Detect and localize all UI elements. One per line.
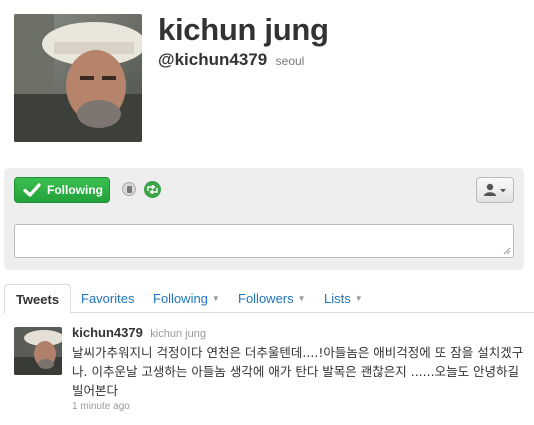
tab-following-label: Following	[153, 291, 208, 306]
caret-down-icon: ▼	[297, 294, 306, 303]
user-icon	[484, 183, 506, 196]
tab-favorites[interactable]: Favorites	[81, 284, 134, 313]
user-actions-menu-button[interactable]	[476, 177, 514, 203]
tab-lists[interactable]: Lists ▼	[324, 284, 363, 313]
retweet-icon[interactable]	[144, 181, 161, 198]
profile-tabs: Tweets Favorites Following ▼ Followers ▼ L…	[4, 284, 534, 314]
tweet-text: 날씨가추워지니 걱정이다 연천은 더추울텐데....!아들놈은 애비걱정에 또 …	[72, 345, 524, 398]
profile-handle: @kichun4379	[158, 50, 268, 69]
profile-avatar[interactable]	[14, 14, 142, 142]
caret-down-icon: ▼	[211, 294, 220, 303]
following-button[interactable]: Following	[14, 177, 110, 203]
device-icon[interactable]	[122, 182, 136, 196]
tweet-author-handle[interactable]: kichun4379	[72, 325, 143, 340]
tweet-avatar[interactable]	[14, 327, 62, 375]
tab-lists-label: Lists	[324, 291, 351, 306]
tab-following[interactable]: Following ▼	[153, 284, 220, 313]
following-button-label: Following	[47, 183, 103, 197]
tab-followers-label: Followers	[238, 291, 294, 306]
resize-grip-icon[interactable]	[503, 247, 511, 255]
caret-down-icon: ▼	[354, 294, 363, 303]
tweet-timestamp[interactable]: 1 minute ago	[72, 401, 130, 412]
profile-location: seoul	[275, 54, 305, 68]
tweet-author-name: kichun jung	[150, 328, 206, 340]
tweet-compose-input[interactable]	[14, 224, 514, 258]
profile-display-name: kichun jung	[158, 12, 329, 47]
tweet-header: kichun4379 kichun jung	[72, 324, 206, 343]
tab-favorites-label: Favorites	[81, 291, 135, 306]
tab-tweets[interactable]: Tweets	[4, 284, 71, 314]
tab-tweets-label: Tweets	[15, 292, 60, 307]
check-icon	[23, 183, 41, 197]
profile-handle-row: @kichun4379 seoul	[158, 50, 304, 71]
tab-followers[interactable]: Followers ▼	[238, 284, 306, 313]
